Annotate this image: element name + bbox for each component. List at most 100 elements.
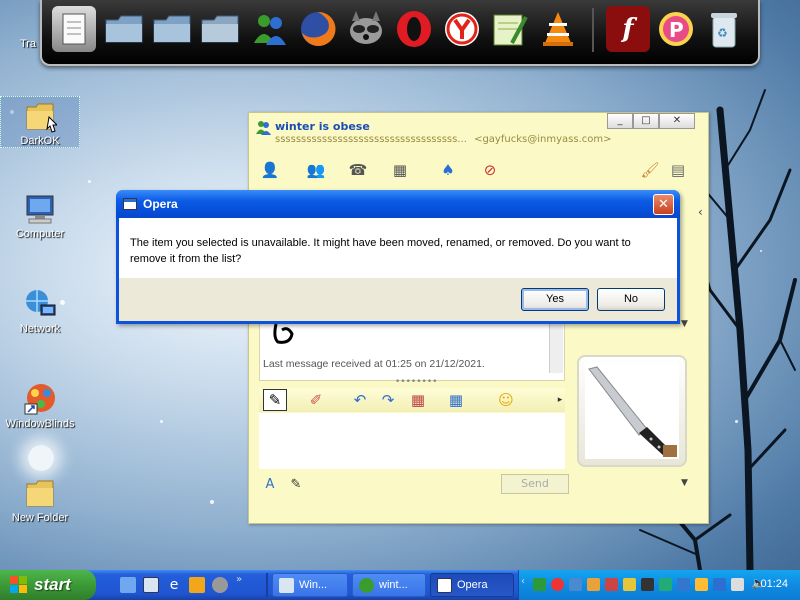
grid-icon[interactable]: ▦: [445, 389, 467, 411]
font-icon[interactable]: ✎: [263, 389, 287, 411]
opera-dialog[interactable]: Opera ✕ The item you selected is unavail…: [116, 190, 680, 324]
desktop-icon-trash[interactable]: Tra: [0, 38, 58, 50]
no-button[interactable]: No: [597, 288, 665, 311]
app-dock: f P ♻: [40, 0, 760, 66]
games-icon[interactable]: ♠: [437, 159, 459, 181]
msn-messenger-icon: [359, 578, 374, 593]
contacts-icon[interactable]: 👥: [305, 159, 327, 181]
task-label: wint...: [379, 579, 408, 591]
desktop-icon-label: WindowBlinds: [5, 418, 75, 430]
start-button[interactable]: start: [0, 570, 96, 600]
tray-app-icon[interactable]: [587, 578, 600, 591]
svg-text:P: P: [669, 18, 684, 42]
desktop-icon-windowblinds[interactable]: WindowBlinds: [0, 382, 80, 430]
background-pattern-icon[interactable]: ▦: [407, 389, 429, 411]
raccoon-icon[interactable]: [212, 577, 228, 593]
last-message-status: Last message received at 01:25 on 21/12/…: [263, 358, 485, 370]
font-style-icon[interactable]: A: [259, 473, 281, 495]
recycle-bin-icon[interactable]: ♻: [702, 6, 746, 52]
window-switch-icon[interactable]: [143, 577, 159, 593]
contact-picture-dropdown-icon[interactable]: ▼: [681, 319, 688, 329]
snow-flake: [210, 500, 214, 504]
tray-expand-icon[interactable]: ‹: [521, 576, 525, 587]
tray-app-icon[interactable]: [533, 578, 546, 591]
window-icon: [437, 578, 452, 593]
yes-button[interactable]: Yes: [521, 288, 589, 311]
tray-app-icon[interactable]: [623, 578, 636, 591]
yandex-icon[interactable]: [440, 6, 484, 52]
quicklaunch-expand-icon[interactable]: »: [236, 574, 242, 585]
display-picture[interactable]: [577, 355, 687, 467]
network-icon: [23, 287, 57, 321]
taskbar: start e » Win... wint... Opera ‹ 🔈 01:24: [0, 570, 800, 600]
desktop-icon-label: Network: [19, 323, 61, 335]
internet-explorer-icon[interactable]: e: [166, 577, 182, 593]
maximize-button[interactable]: □: [633, 113, 659, 129]
tray-app-icon[interactable]: [659, 578, 672, 591]
dialog-message: The item you selected is unavailable. It…: [130, 237, 631, 265]
close-button[interactable]: ✕: [659, 113, 695, 129]
folder-icon: [23, 476, 57, 510]
more-arrow-icon[interactable]: ▸: [549, 389, 571, 411]
contact-status-message: sssssssssssssssssssssssssssssssssss...: [275, 134, 467, 145]
picasa-icon[interactable]: P: [654, 6, 698, 52]
firefox-icon[interactable]: [296, 6, 340, 52]
message-input[interactable]: [259, 413, 565, 469]
desktop-icon-label: Tra: [19, 38, 37, 50]
tray-network-icon[interactable]: [569, 578, 582, 591]
invite-contact-icon[interactable]: 👤: [259, 159, 281, 181]
desktop-icon-computer[interactable]: Computer: [0, 192, 80, 240]
desktop-icon-label: Computer: [15, 228, 65, 240]
task-button-messenger[interactable]: wint...: [352, 573, 426, 597]
opera-icon[interactable]: [392, 6, 436, 52]
tray-app-icon[interactable]: [695, 578, 708, 591]
msn-messenger-icon[interactable]: [248, 6, 292, 52]
folder-icon[interactable]: [198, 6, 242, 52]
computer-icon: [23, 192, 57, 226]
notepad-pen-icon[interactable]: [488, 6, 532, 52]
folder-icon[interactable]: [102, 6, 146, 52]
dock-separator: [592, 8, 594, 52]
redo-icon[interactable]: ↷: [377, 389, 399, 411]
emoticon-icon[interactable]: ☺: [495, 389, 517, 411]
tray-app-icon[interactable]: [731, 578, 744, 591]
snow-flake: [88, 180, 91, 183]
tray-app-icon[interactable]: [605, 578, 618, 591]
show-desktop-icon[interactable]: [120, 577, 136, 593]
undo-icon[interactable]: ↶: [349, 389, 371, 411]
minimize-button[interactable]: _: [607, 113, 633, 129]
dialog-close-button[interactable]: ✕: [653, 194, 674, 215]
eraser-icon[interactable]: ✐: [305, 389, 327, 411]
flash-icon[interactable]: f: [606, 6, 650, 52]
vlc-icon[interactable]: [536, 6, 580, 52]
tray-bluetooth-icon[interactable]: [713, 578, 726, 591]
tray-blocked-icon[interactable]: [551, 578, 564, 591]
tray-app-icon[interactable]: [677, 578, 690, 591]
notepad-icon[interactable]: [52, 6, 96, 52]
dialog-title: Opera: [143, 197, 178, 211]
desktop-icon-network[interactable]: Network: [0, 287, 80, 335]
folder-icon[interactable]: [150, 6, 194, 52]
snow-flare: [28, 445, 54, 471]
raccoon-icon[interactable]: [344, 6, 388, 52]
svg-text:♻: ♻: [717, 26, 728, 40]
handwrite-icon[interactable]: ✎: [285, 473, 307, 495]
media-player-icon[interactable]: [189, 577, 205, 593]
window-icon: [279, 578, 294, 593]
dialog-titlebar[interactable]: Opera ✕: [116, 190, 680, 218]
phone-icon[interactable]: ☎: [347, 159, 369, 181]
clock[interactable]: 01:24: [760, 578, 788, 590]
display-picture-dropdown-icon[interactable]: ▼: [681, 478, 688, 488]
collapse-arrow-icon[interactable]: ‹: [698, 205, 703, 219]
tray-monitor-icon[interactable]: [641, 578, 654, 591]
resize-grip[interactable]: ••••••••: [395, 377, 437, 387]
send-button[interactable]: Send: [501, 474, 569, 494]
task-button-windows[interactable]: Win...: [272, 573, 348, 597]
block-icon[interactable]: ⊘: [479, 159, 501, 181]
desktop-icon-new-folder[interactable]: New Folder: [0, 476, 80, 524]
paint-brush-icon[interactable]: 🖌: [639, 159, 661, 181]
desktop-icon-darkok[interactable]: DarkOK: [0, 96, 80, 148]
video-icon[interactable]: ▦: [389, 159, 411, 181]
menu-icon[interactable]: ▤: [667, 159, 689, 181]
task-button-opera[interactable]: Opera: [430, 573, 514, 597]
